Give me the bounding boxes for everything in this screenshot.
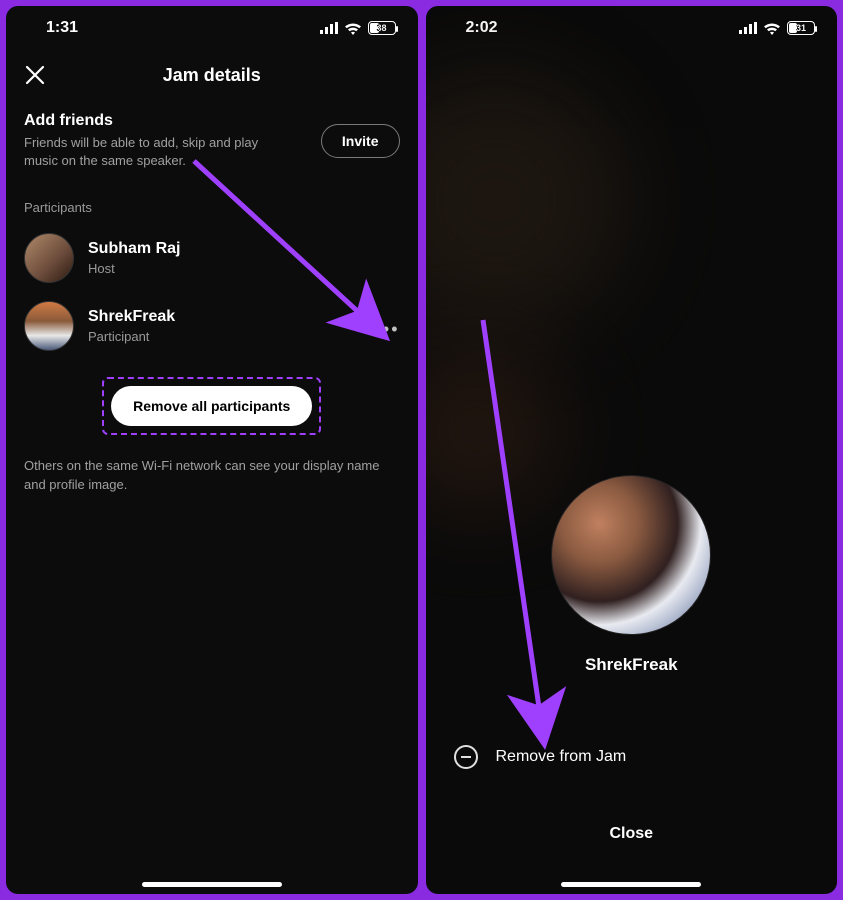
invite-button[interactable]: Invite — [321, 124, 400, 158]
home-indicator[interactable] — [142, 882, 282, 887]
status-bar: 2:02 31 — [426, 6, 838, 50]
battery-icon: 31 — [787, 21, 815, 35]
battery-percent: 31 — [796, 23, 806, 33]
add-friends-title: Add friends — [24, 112, 294, 130]
status-time: 1:31 — [46, 19, 78, 37]
participant-action-sheet: 2:02 31 ShrekFreak Remove from Jam Close — [426, 6, 838, 894]
remove-from-jam-button[interactable]: Remove from Jam — [426, 745, 627, 769]
status-time: 2:02 — [466, 19, 498, 37]
remove-icon — [454, 745, 478, 769]
add-friends-description: Friends will be able to add, skip and pl… — [24, 134, 294, 170]
jam-details-screen: 1:31 38 Jam details Add friends Friends … — [6, 6, 418, 894]
close-icon[interactable] — [24, 64, 46, 86]
home-indicator[interactable] — [561, 882, 701, 887]
participant-name: Subham Raj — [88, 240, 180, 258]
wifi-icon — [344, 22, 362, 35]
status-right: 38 — [320, 21, 396, 35]
blur-background — [426, 350, 556, 510]
profile-avatar — [551, 475, 711, 635]
participant-role: Host — [88, 261, 180, 276]
participant-row-host: Subham Raj Host — [24, 233, 400, 283]
wifi-disclosure-note: Others on the same Wi-Fi network can see… — [6, 457, 418, 495]
status-bar: 1:31 38 — [6, 6, 418, 50]
participants-heading: Participants — [24, 200, 400, 215]
battery-percent: 38 — [376, 23, 386, 33]
sheet-content: ShrekFreak Remove from Jam Close — [426, 50, 838, 894]
nav-header: Jam details — [6, 50, 418, 102]
avatar[interactable] — [24, 233, 74, 283]
remove-all-button[interactable]: Remove all participants — [111, 386, 312, 426]
participant-role: Participant — [88, 329, 175, 344]
close-button[interactable]: Close — [609, 825, 653, 843]
blur-background — [426, 70, 626, 330]
highlight-box: Remove all participants — [102, 377, 321, 435]
page-title: Jam details — [6, 65, 418, 86]
profile-name: ShrekFreak — [585, 655, 678, 675]
wifi-icon — [763, 22, 781, 35]
remove-from-jam-label: Remove from Jam — [496, 748, 627, 766]
cellular-icon — [320, 22, 338, 34]
participant-name: ShrekFreak — [88, 308, 175, 326]
battery-icon: 38 — [368, 21, 396, 35]
cellular-icon — [739, 22, 757, 34]
add-friends-row: Add friends Friends will be able to add,… — [24, 112, 400, 170]
more-options-icon[interactable]: ••• — [375, 319, 400, 340]
participant-row-member: ShrekFreak Participant ••• — [24, 301, 400, 351]
avatar[interactable] — [24, 301, 74, 351]
status-right: 31 — [739, 21, 815, 35]
